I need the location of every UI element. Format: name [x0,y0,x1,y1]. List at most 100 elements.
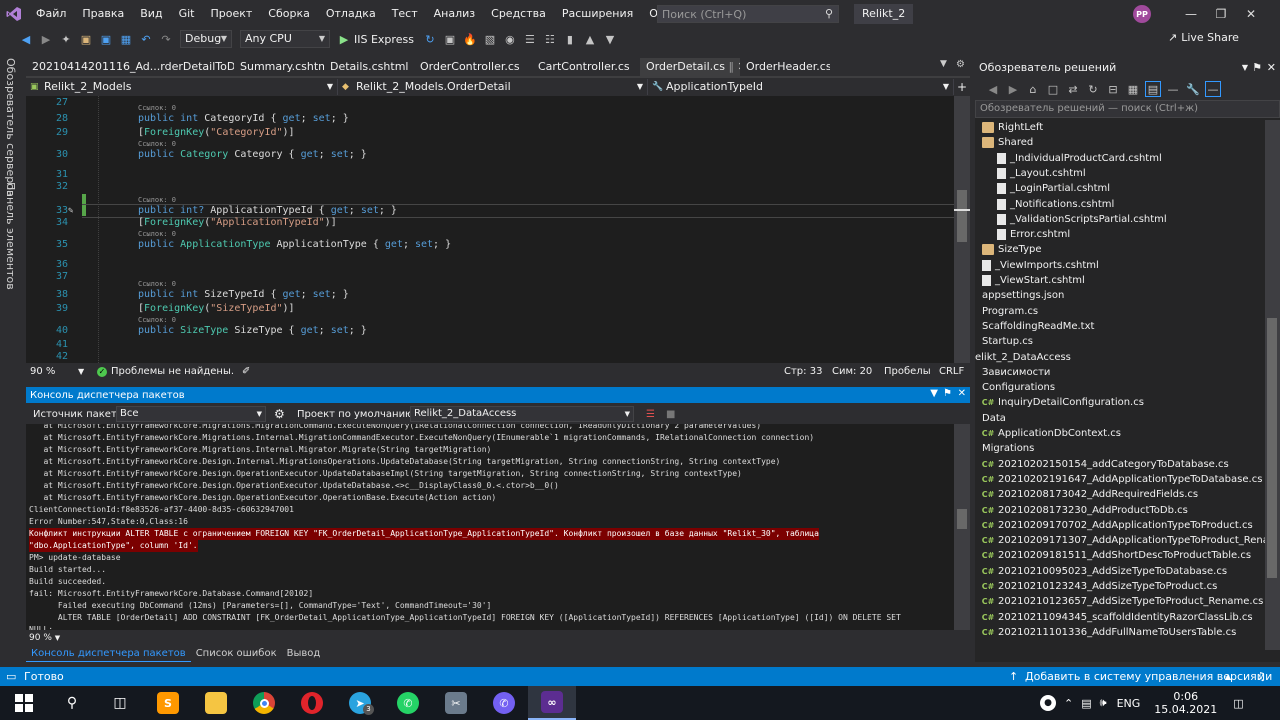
tree-item[interactable]: _ValidationScriptsPartial.cshtml [997,212,1167,227]
tree-item[interactable]: Startup.cs [982,334,1033,349]
tree-item[interactable]: C# 20210202150154_addCategoryToDatabase.c… [982,457,1229,472]
search-icon[interactable]: ⚲ [48,686,96,720]
back-icon[interactable]: ◀ [18,31,34,47]
menu-item-5[interactable]: Сборка [260,0,318,28]
class-combo[interactable]: ◆ Relikt_2_Models.OrderDetail ▼ [338,79,648,95]
references-codelens[interactable]: Ссылок: 0 [138,140,176,148]
tab-document[interactable]: Details.cshtml [324,58,414,76]
code-editor[interactable]: ✎ 27 28 Ссылок: 0 public int CategoryId { g… [26,96,970,363]
collapse-all-icon[interactable]: ⊟ [1105,81,1121,97]
tab-list-chevron-icon[interactable]: ▼ [940,59,947,69]
menu-item-10[interactable]: Расширения [554,0,641,28]
clear-console-icon[interactable]: ☰ [646,409,655,420]
camera-icon[interactable]: ◉ [502,31,518,47]
menu-item-8[interactable]: Анализ [426,0,484,28]
telegram-icon[interactable]: ➤ 3 [336,686,384,720]
code-cleanup-icon[interactable]: ✐ [242,366,250,377]
new-project-icon[interactable]: ✦ [58,31,74,47]
package-source-select[interactable]: Все ▼ [116,406,266,422]
forward-icon[interactable]: ▶ [38,31,54,47]
open-folder-icon[interactable]: ▣ [78,31,94,47]
platform-select[interactable]: Any CPU ▼ [240,30,330,48]
file-explorer-icon[interactable] [192,686,240,720]
tree-item[interactable]: _Layout.cshtml [997,166,1086,181]
settings-gear-icon[interactable]: ⚙ [956,59,965,70]
action-center-icon[interactable]: ◫ [1233,697,1243,710]
close-icon[interactable]: ✕ [1236,0,1266,28]
visual-studio-taskbar-icon[interactable]: ∞ [528,686,576,720]
avatar[interactable]: PP [1133,5,1151,23]
run-icon[interactable]: ▶ [336,31,352,47]
tree-item[interactable]: Error.cshtml [997,227,1070,242]
server-explorer-tab[interactable]: Обозреватель серверов [4,58,17,196]
viber-icon[interactable]: ✆ [480,686,528,720]
menu-item-2[interactable]: Вид [132,0,170,28]
bookmark-next-icon[interactable]: ▼ [602,31,618,47]
menu-item-6[interactable]: Отладка [318,0,384,28]
problems-status[interactable]: Проблемы не найдены. [111,366,234,377]
tab-output[interactable]: Вывод [282,646,326,662]
pin-icon[interactable]: ⚑ [1252,58,1262,78]
toolbox-tab[interactable]: Панель элементов [4,182,17,290]
windows-start-icon[interactable] [0,686,48,720]
snipping-tool-icon[interactable]: ✂ [432,686,480,720]
tree-item[interactable]: C# 20210210095023_AddSizeTypeToDatabase.c… [982,564,1227,579]
close-panel-icon[interactable]: ✕ [1267,58,1276,78]
menu-item-4[interactable]: Проект [202,0,260,28]
redo-icon[interactable]: ↷ [158,31,174,47]
back-icon[interactable]: ◀ [985,81,1001,97]
clock[interactable]: 0:06 15.04.2021 [1154,690,1217,716]
references-codelens[interactable]: Ссылок: 0 [138,316,176,324]
meet-now-icon[interactable]: ● [1040,695,1056,711]
tree-item[interactable]: C# 20210211101336_AddFullNameToUsersTable… [982,625,1237,640]
tree-item[interactable]: _IndividualProductCard.cshtml [997,151,1162,166]
tree-item[interactable]: C# 20210210123657_AddSizeTypeToProduct_Re… [982,594,1264,609]
notifications-bell-icon[interactable]: ♫ [1256,670,1266,683]
save-all-icon[interactable]: ▦ [118,31,134,47]
bookmark-prev-icon[interactable]: ▲ [582,31,598,47]
zoom-select[interactable]: 90 % [30,366,55,377]
show-all-files-icon[interactable]: ▦ [1125,81,1141,97]
browser-icon[interactable]: ▣ [442,31,458,47]
tree-item[interactable]: Program.cs [982,304,1038,319]
tab-document[interactable]: OrderDetail.cs ‖ ✕ [640,58,740,76]
tree-item[interactable]: C# 20210209181511_AddShortDescToProductTa… [982,548,1251,563]
references-codelens[interactable]: Ссылок: 0 [138,104,176,112]
close-panel-icon[interactable]: ✕ [958,388,966,399]
bookmark-icon[interactable]: ▮ [562,31,578,47]
tree-item[interactable]: C# 20210202191647_AddApplicationTypeToDat… [982,472,1263,487]
tree-item[interactable]: Зависимости [982,365,1050,380]
tree-item[interactable]: appsettings.json [982,288,1064,303]
run-button[interactable]: IIS Express [354,33,414,46]
tree-item[interactable]: SizeType [982,242,1042,257]
tree-item[interactable]: Configurations [982,380,1055,395]
live-share-button[interactable]: ↗ Live Share [1168,31,1239,44]
tab-error-list[interactable]: Список ошибок [191,646,282,662]
tree-item[interactable]: _LoginPartial.cshtml [997,181,1110,196]
pin-icon[interactable]: ⚑ [943,388,952,399]
split-editor-icon[interactable]: + [954,80,970,94]
menu-item-3[interactable]: Git [171,0,203,28]
home-icon[interactable]: ⌂ [1025,81,1041,97]
pending-changes-icon[interactable]: — [1205,81,1221,97]
save-icon[interactable]: ▣ [98,31,114,47]
opera-icon[interactable] [288,686,336,720]
stop-icon[interactable]: ■ [666,409,675,420]
menu-item-7[interactable]: Тест [384,0,426,28]
tree-item[interactable]: C# ApplicationDbContext.cs [982,426,1121,441]
menu-item-1[interactable]: Правка [74,0,132,28]
output-window-icon[interactable]: ▭ [6,670,16,683]
volume-icon[interactable]: 🕪 [1100,696,1107,710]
tree-item[interactable]: C# 20210211094345_scaffoldIdentityRazorCl… [982,610,1253,625]
console-zoom[interactable]: 90 % ▼ [26,632,970,645]
solution-explorer-search[interactable]: Обозреватель решений — поиск (Ctrl+ж) [975,100,1280,118]
line-ending-mode[interactable]: CRLF [939,366,964,377]
editor-scroll-thumb[interactable] [957,190,967,242]
default-project-select[interactable]: Relikt_2_DataAccess ▼ [410,406,634,422]
tree-item[interactable]: RightLeft [982,120,1043,135]
references-codelens[interactable]: Ссылок: 0 [138,280,176,288]
chrome-icon[interactable] [240,686,288,720]
references-codelens[interactable]: Ссылок: 0 [138,230,176,238]
tree-item[interactable]: _ViewStart.cshtml [982,273,1085,288]
console-scroll-thumb[interactable] [957,509,967,529]
